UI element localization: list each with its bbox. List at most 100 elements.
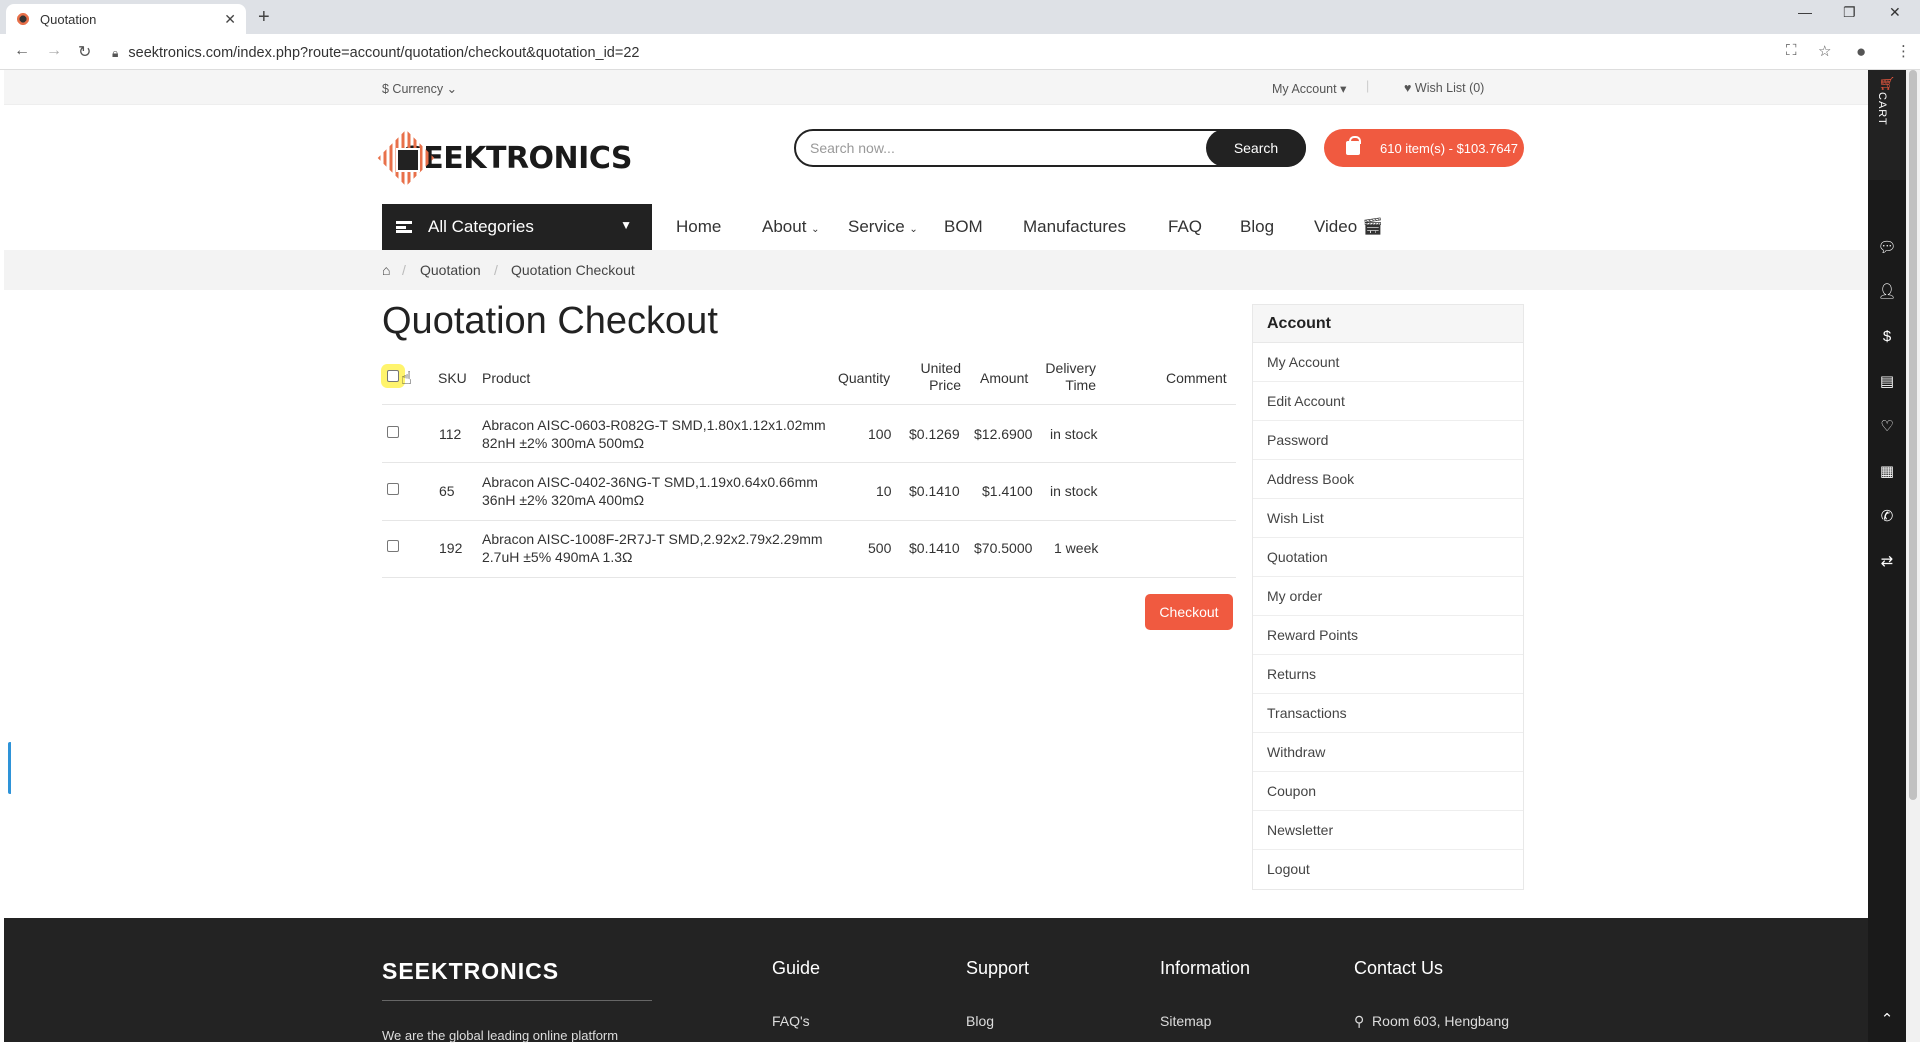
sidebar-item-reward-points[interactable]: Reward Points: [1253, 616, 1523, 655]
nav-service[interactable]: Service ⌄: [848, 217, 918, 237]
nav-blog[interactable]: Blog: [1240, 217, 1274, 237]
site-logo[interactable]: SEEKTRONICS: [382, 130, 632, 186]
search-input[interactable]: [810, 138, 1170, 158]
nav-home[interactable]: Home: [676, 217, 721, 237]
chat-icon[interactable]: 💬︎: [1868, 238, 1906, 256]
compare-icon[interactable]: ⇄: [1868, 552, 1906, 570]
sidebar-item-edit-account[interactable]: Edit Account: [1253, 382, 1523, 421]
row-amount: $12.6900: [974, 426, 1033, 442]
nav-video[interactable]: Video 🎬︎: [1314, 217, 1384, 237]
heart-icon[interactable]: ♡: [1868, 417, 1906, 435]
chip-logo-icon: [382, 134, 421, 182]
wishlist-link[interactable]: ♥ Wish List (0): [1404, 81, 1484, 95]
sidebar-item-logout[interactable]: Logout: [1253, 850, 1523, 889]
clipboard-icon[interactable]: ▦: [1868, 462, 1906, 480]
page-scrollbar[interactable]: [1906, 70, 1920, 1042]
row-delivery: 1 week: [1054, 540, 1099, 556]
shopping-bag-icon: [1346, 136, 1361, 155]
col-product: Product: [482, 370, 531, 386]
cart-button[interactable]: 610 item(s) - $103.7647: [1324, 129, 1524, 167]
sidebar-item-address-book[interactable]: Address Book: [1253, 460, 1523, 499]
footer-link-blog[interactable]: Blog: [966, 1013, 994, 1029]
row-sku: 192: [439, 540, 463, 556]
row-checkbox[interactable]: [387, 540, 399, 552]
row-product[interactable]: Abracon AISC-0603-R082G-T SMD,1.80x1.12x…: [482, 416, 826, 452]
restore-icon[interactable]: ❐: [1843, 4, 1856, 21]
back-icon[interactable]: ←: [14, 42, 30, 60]
currency-dropdown[interactable]: $ Currency ⌄: [382, 81, 457, 96]
top-strip: $ Currency ⌄ My Account ▾ | ♥ Wish List …: [4, 70, 1868, 105]
sidebar-item-newsletter[interactable]: Newsletter: [1253, 811, 1523, 850]
all-categories-label: All Categories: [428, 217, 534, 236]
nav-faq[interactable]: FAQ: [1168, 217, 1202, 237]
nav-about[interactable]: About ⌄: [762, 217, 820, 237]
window-close-icon[interactable]: ✕: [1889, 4, 1901, 21]
web-page: $ Currency ⌄ My Account ▾ | ♥ Wish List …: [4, 70, 1868, 1043]
chevron-down-icon: ⌄: [811, 224, 820, 235]
url-text: seektronics.com/index.php?route=account/…: [128, 45, 640, 61]
footer-link-sitemap[interactable]: Sitemap: [1160, 1013, 1211, 1029]
sidebar-item-quotation[interactable]: Quotation: [1253, 538, 1523, 577]
row-product[interactable]: Abracon AISC-1008F-2R7J-T SMD,2.92x2.79x…: [482, 530, 823, 566]
row-delivery: in stock: [1050, 426, 1098, 442]
scrollbar-thumb[interactable]: [1909, 70, 1917, 800]
all-categories-button[interactable]: All Categories ▼: [382, 204, 652, 250]
back-to-top-icon[interactable]: ⌃: [1868, 1010, 1906, 1028]
footer-link-faqs[interactable]: FAQ's: [772, 1013, 810, 1029]
sidebar-item-withdraw[interactable]: Withdraw: [1253, 733, 1523, 772]
footer-description: We are the global leading online platfor…: [382, 1028, 619, 1043]
forward-icon[interactable]: →: [46, 42, 62, 60]
menu-icon: [396, 221, 412, 233]
breadcrumb-separator: /: [402, 262, 406, 278]
phone-icon[interactable]: ✆: [1868, 507, 1906, 525]
row-checkbox[interactable]: [387, 483, 399, 495]
main-nav: All Categories ▼ Home About ⌄ Service ⌄ …: [382, 204, 1532, 250]
tab-close-icon[interactable]: ✕: [224, 11, 236, 28]
right-toolbar: 🛒︎ CART 💬︎ 👤︎ $ ▤ ♡ ▦ ✆ ⇄ ⌃: [1868, 70, 1906, 1042]
divider: |: [1366, 79, 1370, 93]
browser-menu-icon[interactable]: ⋮: [1896, 42, 1911, 60]
row-product[interactable]: Abracon AISC-0402-36NG-T SMD,1.19x0.64x0…: [482, 473, 818, 509]
sidebar-item-transactions[interactable]: Transactions: [1253, 694, 1523, 733]
row-quantity: 500: [868, 540, 892, 556]
sidebar-item-my-order[interactable]: My order: [1253, 577, 1523, 616]
browser-tab[interactable]: Quotation ✕: [6, 4, 246, 34]
browser-tabbar: Quotation ✕ + — ❐ ✕: [0, 0, 1920, 34]
sidebar-item-wish-list[interactable]: Wish List: [1253, 499, 1523, 538]
row-checkbox[interactable]: [387, 426, 399, 438]
sidebar-item-coupon[interactable]: Coupon: [1253, 772, 1523, 811]
location-pin-icon: ⚲: [1354, 1013, 1365, 1029]
currency-icon[interactable]: $: [1868, 328, 1906, 345]
sidebar-item-my-account[interactable]: My Account: [1253, 343, 1523, 382]
minimize-icon[interactable]: —: [1798, 4, 1812, 20]
breadcrumb-quotation[interactable]: Quotation: [420, 262, 481, 278]
bookmark-star-icon[interactable]: ☆: [1818, 42, 1831, 60]
footer-heading-guide: Guide: [772, 958, 821, 978]
footer-heading-contact: Contact Us: [1354, 958, 1444, 978]
my-account-dropdown[interactable]: My Account ▾: [1272, 81, 1346, 96]
row-price: $0.1410: [909, 540, 960, 556]
user-icon[interactable]: 👤︎: [1868, 282, 1906, 300]
side-cart-button[interactable]: 🛒︎ CART: [1868, 70, 1906, 180]
nav-manufactures[interactable]: Manufactures: [1023, 217, 1126, 237]
document-icon[interactable]: ▤: [1868, 372, 1906, 390]
sidebar-item-returns[interactable]: Returns: [1253, 655, 1523, 694]
side-cart-label: CART: [1876, 92, 1888, 126]
checkout-button[interactable]: Checkout: [1145, 594, 1233, 630]
nav-bom[interactable]: BOM: [944, 217, 983, 237]
sidebar-item-password[interactable]: Password: [1253, 421, 1523, 460]
row-quantity: 100: [868, 426, 892, 442]
reload-icon[interactable]: ↻: [78, 42, 91, 62]
new-tab-button[interactable]: +: [258, 6, 270, 29]
url-field[interactable]: 🔒︎ seektronics.com/index.php?route=accou…: [112, 40, 1752, 66]
profile-icon[interactable]: ●: [1856, 42, 1866, 62]
translate-icon[interactable]: ⛶: [1786, 42, 1797, 59]
home-icon[interactable]: ⌂: [382, 262, 390, 278]
select-all-checkbox[interactable]: [387, 370, 399, 382]
edge-tab[interactable]: [8, 742, 12, 794]
footer-address: ⚲ Room 603, Hengbang: [1354, 1013, 1510, 1029]
footer-heading-information: Information: [1160, 958, 1251, 978]
chevron-down-icon: ▼: [620, 218, 632, 232]
search-button[interactable]: Search: [1206, 129, 1306, 167]
divider: [382, 1000, 652, 1001]
